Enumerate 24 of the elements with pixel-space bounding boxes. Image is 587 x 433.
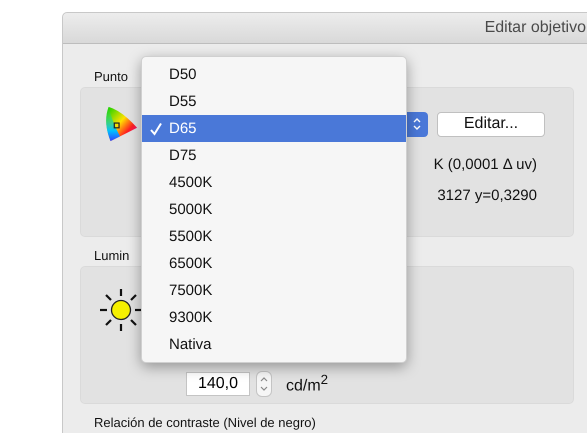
menu-item[interactable]: 4500K (142, 169, 406, 196)
section-label: Lumin (94, 248, 130, 264)
menu-item[interactable]: D75 (142, 142, 406, 169)
stepper[interactable] (256, 371, 272, 397)
menu-item[interactable]: 5000K (142, 196, 406, 223)
edit-button[interactable]: Editar... (437, 112, 545, 136)
sun-icon (99, 288, 143, 332)
menu-item[interactable]: 9300K (142, 304, 406, 331)
luminance-field[interactable]: 140,0 (186, 372, 250, 396)
color-temperature-text: K (0,0001 Δ uv) (434, 156, 537, 173)
section-label: Punto (94, 69, 128, 85)
menu-item[interactable]: D55 (142, 88, 406, 115)
menu-item[interactable]: Nativa (142, 331, 406, 358)
check-icon (148, 122, 162, 136)
section-label: Relación de contraste (Nivel de negro) (94, 415, 316, 431)
menu-item[interactable]: D65 (142, 115, 406, 142)
menu-item[interactable]: 5500K (142, 223, 406, 250)
menu-item[interactable]: 6500K (142, 250, 406, 277)
cie-xy-text: 3127 y=0,3290 (437, 187, 537, 204)
menu-item[interactable]: 7500K (142, 277, 406, 304)
unit-text: cd/m$^{2}$ (286, 372, 328, 396)
window-title: Editar objetivo (484, 19, 586, 37)
menu-item[interactable]: D50 (142, 61, 406, 88)
up-down-arrows-icon (412, 116, 422, 132)
